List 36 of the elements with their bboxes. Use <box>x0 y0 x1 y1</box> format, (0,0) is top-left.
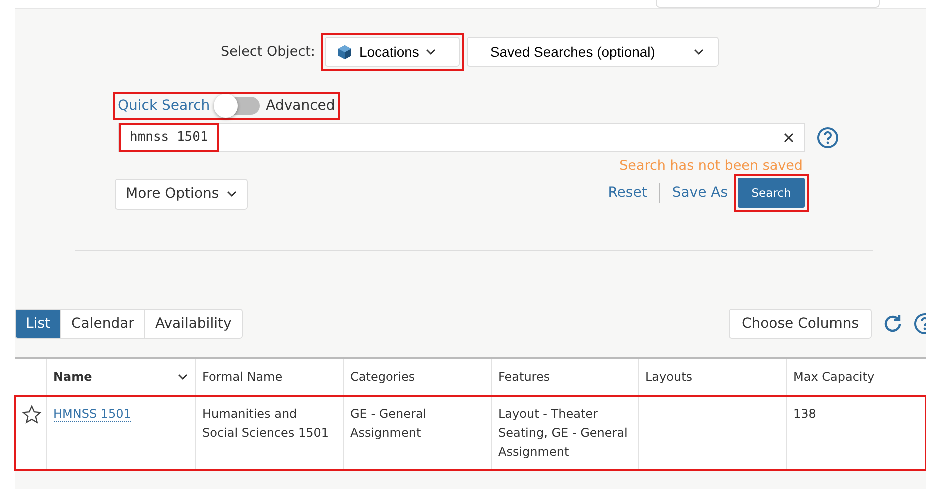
help-icon[interactable] <box>817 126 839 148</box>
choose-columns-button[interactable]: Choose Columns <box>728 309 872 339</box>
column-header[interactable]: Name <box>46 358 195 396</box>
table-cell: 138 <box>794 407 816 421</box>
column-header[interactable]: Max Capacity <box>786 358 926 396</box>
object-dropdown[interactable]: Locations <box>325 37 460 67</box>
column-header[interactable]: Features <box>491 358 638 396</box>
view-tab[interactable]: List <box>16 310 62 338</box>
column-header[interactable]: Categories <box>343 358 491 396</box>
chevron-down-icon <box>426 49 436 55</box>
advanced-label: Advanced <box>266 98 336 114</box>
more-options-button[interactable]: More Options <box>115 178 248 210</box>
star-icon[interactable] <box>22 405 42 425</box>
clear-icon[interactable] <box>784 132 794 142</box>
save-as-link[interactable]: Save As <box>672 185 728 201</box>
saved-searches-dropdown[interactable]: Saved Searches (optional) <box>467 37 720 67</box>
view-tab[interactable]: Availability <box>145 310 242 338</box>
table-cell: Humanities and Social Sciences 1501 <box>202 407 330 440</box>
column-header[interactable]: Layouts <box>638 358 786 396</box>
table-cell: Layout - Theater Seating, GE - General Assignment <box>498 407 628 459</box>
cube-icon <box>338 44 352 60</box>
search-button[interactable]: Search <box>738 178 805 208</box>
search-field[interactable]: hmnss 1501 <box>118 123 805 152</box>
quick-search-label: Quick Search <box>118 98 210 114</box>
table-cell: GE - General Assignment <box>350 407 427 440</box>
view-tab[interactable]: Calendar <box>61 310 146 338</box>
refresh-icon[interactable] <box>882 313 904 335</box>
location-link[interactable]: HMNSS 1501 <box>54 407 132 422</box>
mode-toggle[interactable] <box>216 97 260 115</box>
chevron-down-icon <box>178 374 188 380</box>
column-header[interactable]: Formal Name <box>195 358 343 396</box>
save-status-text: Search has not been saved <box>618 158 803 174</box>
chevron-down-icon <box>694 49 704 55</box>
reset-link[interactable]: Reset <box>608 185 648 201</box>
select-object-label: Select Object: <box>221 44 316 60</box>
chevron-down-icon <box>227 191 238 197</box>
